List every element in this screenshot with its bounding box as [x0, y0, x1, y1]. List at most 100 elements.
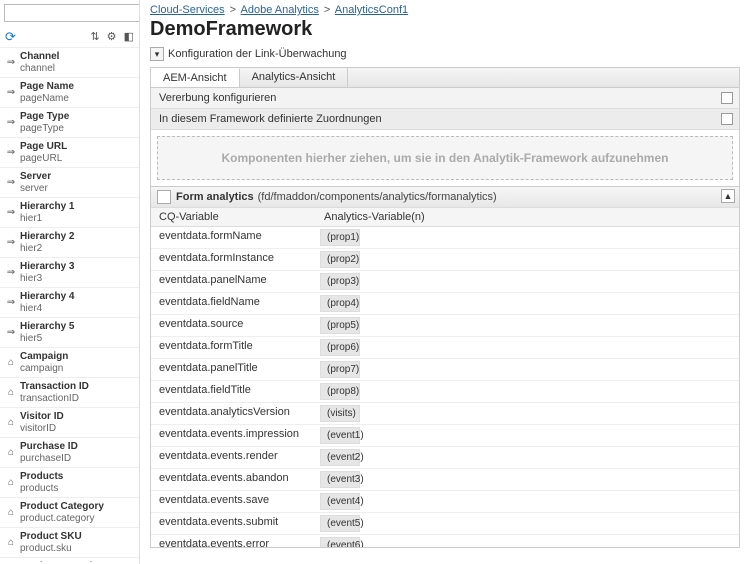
sidebar-item[interactable]: ⇒Channelchannel: [0, 48, 139, 78]
sidebar-item[interactable]: ⌂Product Quantityproduct.quantity: [0, 558, 139, 562]
sidebar-item[interactable]: ⇒Hierarchy 4hier4: [0, 288, 139, 318]
variable-type-icon: ⇒: [2, 267, 20, 278]
defined-checkbox[interactable]: [721, 113, 733, 125]
sidebar-item[interactable]: ⇒Hierarchy 3hier3: [0, 258, 139, 288]
sidebar-item[interactable]: ⇒Hierarchy 2hier2: [0, 228, 139, 258]
search-input[interactable]: [4, 4, 140, 22]
sidebar-item-var: pageURL: [20, 153, 67, 165]
table-row: eventdata.analyticsVersion(visits): [151, 403, 739, 425]
cq-variable-cell: eventdata.events.abandon: [151, 469, 316, 490]
sidebar-item[interactable]: ⌂Product Categoryproduct.category: [0, 498, 139, 528]
sidebar-item-label: Product Quantity: [20, 561, 101, 562]
config-section-toggle[interactable]: ▾ Konfiguration der Link-Überwachung: [150, 47, 740, 61]
analytics-variable-cell[interactable]: (event6): [320, 537, 360, 547]
sidebar-item[interactable]: ⇒Page TypepageType: [0, 108, 139, 138]
sidebar-item-var: pageName: [20, 93, 74, 105]
view-tabs: AEM-Ansicht Analytics-Ansicht: [150, 67, 740, 87]
sidebar-item[interactable]: ⇒Hierarchy 5hier5: [0, 318, 139, 348]
sidebar-list: ⇒Channelchannel⇒Page NamepageName⇒Page T…: [0, 48, 139, 562]
sidebar-item-var: channel: [20, 63, 59, 75]
sidebar-item-label: Campaign: [20, 351, 68, 363]
analytics-variable-cell[interactable]: (event1): [320, 427, 360, 444]
analytics-variable-cell[interactable]: (prop5): [320, 317, 360, 334]
sidebar-item[interactable]: ⌂Campaigncampaign: [0, 348, 139, 378]
analytics-variable-cell[interactable]: (prop1): [320, 229, 360, 246]
variable-type-icon: ⇒: [2, 147, 20, 158]
sidebar-item-label: Server: [20, 171, 51, 183]
analytics-variable-cell[interactable]: (prop6): [320, 339, 360, 356]
component-dropzone[interactable]: Komponenten hierher ziehen, um sie in de…: [157, 136, 733, 180]
tree-icon[interactable]: ◧: [124, 31, 134, 43]
component-header[interactable]: Form analytics (fd/fmaddon/components/an…: [151, 186, 739, 207]
sidebar-item[interactable]: ⇒Serverserver: [0, 168, 139, 198]
analytics-variable-cell[interactable]: (event3): [320, 471, 360, 488]
component-title: Form analytics: [176, 191, 254, 203]
analytics-variable-cell[interactable]: (event5): [320, 515, 360, 532]
sidebar-item-label: Hierarchy 1: [20, 201, 74, 213]
variable-type-icon: ⌂: [2, 387, 20, 398]
sidebar-item[interactable]: ⇒Hierarchy 1hier1: [0, 198, 139, 228]
sidebar-item-label: Visitor ID: [20, 411, 64, 423]
tab-analytics-view[interactable]: Analytics-Ansicht: [240, 68, 349, 87]
refresh-icon[interactable]: ⟳: [5, 29, 16, 45]
collapse-icon: ▾: [150, 47, 164, 61]
breadcrumb-item[interactable]: Cloud-Services: [150, 4, 225, 16]
sidebar-item[interactable]: ⇒Page URLpageURL: [0, 138, 139, 168]
analytics-variable-cell[interactable]: (prop4): [320, 295, 360, 312]
cq-variable-cell: eventdata.events.render: [151, 447, 316, 468]
inherit-checkbox[interactable]: [721, 92, 733, 104]
table-row: eventdata.events.abandon(event3): [151, 469, 739, 491]
analytics-variable-cell[interactable]: (event2): [320, 449, 360, 466]
cq-variable-cell: eventdata.events.error: [151, 535, 316, 547]
variable-type-icon: ⇒: [2, 177, 20, 188]
variable-type-icon: ⇒: [2, 237, 20, 248]
sidebar-item[interactable]: ⌂Productsproducts: [0, 468, 139, 498]
analytics-variable-cell[interactable]: (prop8): [320, 383, 360, 400]
table-row: eventdata.events.impression(event1): [151, 425, 739, 447]
cq-variable-cell: eventdata.events.submit: [151, 513, 316, 534]
variable-type-icon: ⌂: [2, 477, 20, 488]
sidebar-item-label: Transaction ID: [20, 381, 89, 393]
analytics-variable-cell[interactable]: (visits): [320, 405, 360, 422]
sidebar-item-var: product.sku: [20, 543, 82, 555]
table-row: eventdata.formName(prop1): [151, 227, 739, 249]
sidebar-item[interactable]: ⌂Product SKUproduct.sku: [0, 528, 139, 558]
sidebar-item[interactable]: ⌂Transaction IDtransactionID: [0, 378, 139, 408]
breadcrumb-item[interactable]: AnalyticsConf1: [335, 4, 408, 16]
tab-aem-view[interactable]: AEM-Ansicht: [151, 68, 240, 87]
table-row: eventdata.events.render(event2): [151, 447, 739, 469]
sidebar-item-label: Hierarchy 5: [20, 321, 74, 333]
sidebar-item[interactable]: ⇒Page NamepageName: [0, 78, 139, 108]
variable-type-icon: ⌂: [2, 537, 20, 548]
settings-icon[interactable]: ⚙: [107, 31, 117, 43]
cq-variable-cell: eventdata.events.impression: [151, 425, 316, 446]
analytics-variable-cell[interactable]: (prop7): [320, 361, 360, 378]
sidebar-item[interactable]: ⌂Purchase IDpurchaseID: [0, 438, 139, 468]
sidebar-item-var: pageType: [20, 123, 69, 135]
cq-variable-cell: eventdata.panelName: [151, 271, 316, 292]
config-label: Konfiguration der Link-Überwachung: [168, 48, 347, 60]
breadcrumb-item[interactable]: Adobe Analytics: [241, 4, 319, 16]
collapse-arrow-icon[interactable]: ▲: [721, 189, 735, 203]
inherit-row[interactable]: Vererbung konfigurieren: [151, 88, 739, 109]
sidebar-item-var: hier4: [20, 303, 74, 315]
analytics-variable-cell[interactable]: (prop3): [320, 273, 360, 290]
analytics-variable-cell[interactable]: (event4): [320, 493, 360, 510]
mapping-table-body: eventdata.formName(prop1)eventdata.formI…: [151, 227, 739, 547]
analytics-variable-cell[interactable]: (prop2): [320, 251, 360, 268]
variable-type-icon: ⇒: [2, 207, 20, 218]
sidebar-item-label: Channel: [20, 51, 59, 63]
sidebar-item[interactable]: ⌂Visitor IDvisitorID: [0, 408, 139, 438]
variable-type-icon: ⇒: [2, 57, 20, 68]
sidebar-item-var: hier5: [20, 333, 74, 345]
filter-icon[interactable]: ⇅: [90, 31, 99, 43]
sidebar-item-label: Hierarchy 4: [20, 291, 74, 303]
sidebar-item-label: Page URL: [20, 141, 67, 153]
table-row: eventdata.events.submit(event5): [151, 513, 739, 535]
sidebar-item-label: Page Type: [20, 111, 69, 123]
table-row: eventdata.events.save(event4): [151, 491, 739, 513]
variable-type-icon: ⌂: [2, 357, 20, 368]
mapping-table-header: CQ-Variable Analytics-Variable(n): [151, 207, 739, 227]
table-row: eventdata.source(prop5): [151, 315, 739, 337]
sidebar-item-var: hier2: [20, 243, 74, 255]
